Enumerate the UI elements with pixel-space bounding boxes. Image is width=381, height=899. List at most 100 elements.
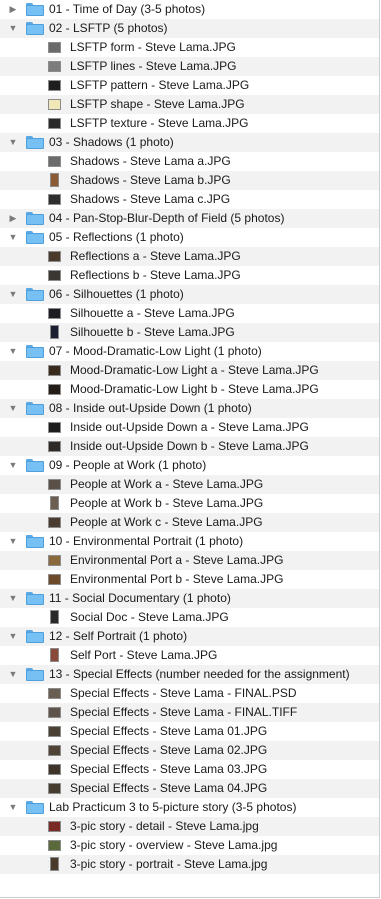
image-thumbnail-icon [48, 422, 61, 433]
folder-row[interactable]: ▼ 09 - People at Work (1 photo) [0, 456, 379, 475]
file-row[interactable]: Shadows - Steve Lama a.JPG [0, 152, 379, 171]
image-thumbnail-icon [48, 365, 61, 376]
disclosure-expanded-icon[interactable]: ▼ [8, 798, 18, 817]
disclosure-expanded-icon[interactable]: ▼ [8, 342, 18, 361]
file-row[interactable]: Environmental Port b - Steve Lama.JPG [0, 570, 379, 589]
file-row[interactable]: Reflections b - Steve Lama.JPG [0, 266, 379, 285]
file-row[interactable]: Inside out-Upside Down b - Steve Lama.JP… [0, 437, 379, 456]
folder-icon [26, 136, 44, 149]
image-thumbnail-icon [48, 61, 61, 72]
folder-icon [26, 345, 44, 358]
image-thumbnail-icon [48, 517, 61, 528]
disclosure-collapsed-icon[interactable]: ▶ [8, 0, 18, 19]
image-thumbnail-icon [48, 270, 61, 281]
file-row[interactable]: 3-pic story - detail - Steve Lama.jpg [0, 817, 379, 836]
file-row[interactable]: Special Effects - Steve Lama 01.JPG [0, 722, 379, 741]
folder-row[interactable]: ▶ 01 - Time of Day (3-5 photos) [0, 0, 379, 19]
folder-row[interactable]: ▼ Lab Practicum 3 to 5-picture story (3-5… [0, 798, 379, 817]
file-row[interactable]: Special Effects - Steve Lama - FINAL.PSD [0, 684, 379, 703]
folder-icon [26, 3, 44, 16]
folder-row[interactable]: ▼ 07 - Mood-Dramatic-Low Light (1 photo) [0, 342, 379, 361]
file-row[interactable]: Mood-Dramatic-Low Light a - Steve Lama.J… [0, 361, 379, 380]
folder-icon [26, 288, 44, 301]
file-row[interactable]: Silhouette b - Steve Lama.JPG [0, 323, 379, 342]
disclosure-expanded-icon[interactable]: ▼ [8, 399, 18, 418]
file-name: Special Effects - Steve Lama - FINAL.PSD [70, 686, 297, 700]
disclosure-collapsed-icon[interactable]: ▶ [8, 209, 18, 228]
folder-icon [26, 668, 44, 681]
disclosure-expanded-icon[interactable]: ▼ [8, 532, 18, 551]
file-row[interactable]: People at Work c - Steve Lama.JPG [0, 513, 379, 532]
folder-icon [26, 592, 44, 605]
disclosure-expanded-icon[interactable]: ▼ [8, 665, 18, 684]
file-name: Special Effects - Steve Lama 04.JPG [70, 781, 268, 795]
file-row[interactable]: LSFTP texture - Steve Lama.JPG [0, 114, 379, 133]
folder-row[interactable]: ▼ 03 - Shadows (1 photo) [0, 133, 379, 152]
file-name: LSFTP texture - Steve Lama.JPG [70, 116, 249, 130]
folder-row[interactable]: ▼ 12 - Self Portrait (1 photo) [0, 627, 379, 646]
image-thumbnail-icon [48, 764, 61, 775]
file-row[interactable]: Special Effects - Steve Lama 03.JPG [0, 760, 379, 779]
file-name: LSFTP pattern - Steve Lama.JPG [70, 78, 250, 92]
file-list[interactable]: ▶ 01 - Time of Day (3-5 photos) ▼ 02 - LSFT… [0, 0, 380, 898]
image-thumbnail-icon [48, 118, 61, 129]
file-row[interactable]: Silhouette a - Steve Lama.JPG [0, 304, 379, 323]
file-row[interactable]: Special Effects - Steve Lama 02.JPG [0, 741, 379, 760]
disclosure-expanded-icon[interactable]: ▼ [8, 228, 18, 247]
folder-row[interactable]: ▼ 10 - Environmental Portrait (1 photo) [0, 532, 379, 551]
folder-name: 09 - People at Work (1 photo) [49, 458, 207, 472]
file-name: Mood-Dramatic-Low Light b - Steve Lama.J… [70, 382, 319, 396]
folder-name: 10 - Environmental Portrait (1 photo) [49, 534, 244, 548]
file-row[interactable]: Inside out-Upside Down a - Steve Lama.JP… [0, 418, 379, 437]
image-thumbnail-icon [48, 384, 61, 395]
folder-icon [26, 402, 44, 415]
image-thumbnail-icon [48, 707, 61, 718]
folder-name: 07 - Mood-Dramatic-Low Light (1 photo) [49, 344, 262, 358]
file-row[interactable]: Environmental Port a - Steve Lama.JPG [0, 551, 379, 570]
file-row[interactable]: Self Port - Steve Lama.JPG [0, 646, 379, 665]
folder-row[interactable]: ▼ 06 - Silhouettes (1 photo) [0, 285, 379, 304]
file-name: People at Work c - Steve Lama.JPG [70, 515, 263, 529]
file-row[interactable]: LSFTP lines - Steve Lama.JPG [0, 57, 379, 76]
file-row[interactable]: People at Work a - Steve Lama.JPG [0, 475, 379, 494]
disclosure-expanded-icon[interactable]: ▼ [8, 19, 18, 38]
file-row[interactable]: Reflections a - Steve Lama.JPG [0, 247, 379, 266]
file-row[interactable]: Special Effects - Steve Lama 04.JPG [0, 779, 379, 798]
image-thumbnail-icon [48, 80, 61, 91]
file-name: Social Doc - Steve Lama.JPG [70, 610, 229, 624]
folder-name: 02 - LSFTP (5 photos) [49, 21, 168, 35]
file-row[interactable]: LSFTP form - Steve Lama.JPG [0, 38, 379, 57]
file-row[interactable]: 3-pic story - portrait - Steve Lama.jpg [0, 855, 379, 874]
folder-row[interactable]: ▼ 13 - Special Effects (number needed for… [0, 665, 379, 684]
file-row[interactable]: People at Work b - Steve Lama.JPG [0, 494, 379, 513]
file-name: Mood-Dramatic-Low Light a - Steve Lama.J… [70, 363, 319, 377]
folder-icon [26, 801, 44, 814]
image-thumbnail-icon [48, 156, 61, 167]
disclosure-expanded-icon[interactable]: ▼ [8, 589, 18, 608]
folder-row[interactable]: ▼ 05 - Reflections (1 photo) [0, 228, 379, 247]
file-row[interactable]: Mood-Dramatic-Low Light b - Steve Lama.J… [0, 380, 379, 399]
folder-name: 13 - Special Effects (number needed for … [49, 667, 350, 681]
folder-name: 03 - Shadows (1 photo) [49, 135, 174, 149]
file-row[interactable]: LSFTP pattern - Steve Lama.JPG [0, 76, 379, 95]
file-name: Special Effects - Steve Lama - FINAL.TIF… [70, 705, 298, 719]
image-thumbnail-icon [48, 840, 61, 851]
folder-row[interactable]: ▼ 08 - Inside out-Upside Down (1 photo) [0, 399, 379, 418]
file-row[interactable]: LSFTP shape - Steve Lama.JPG [0, 95, 379, 114]
disclosure-expanded-icon[interactable]: ▼ [8, 285, 18, 304]
image-thumbnail-icon [48, 251, 61, 262]
file-name: Shadows - Steve Lama a.JPG [70, 154, 231, 168]
folder-row[interactable]: ▶ 04 - Pan-Stop-Blur-Depth of Field (5 ph… [0, 209, 379, 228]
file-row[interactable]: 3-pic story - overview - Steve Lama.jpg [0, 836, 379, 855]
file-row[interactable]: Shadows - Steve Lama b.JPG [0, 171, 379, 190]
folder-row[interactable]: ▼ 11 - Social Documentary (1 photo) [0, 589, 379, 608]
disclosure-expanded-icon[interactable]: ▼ [8, 133, 18, 152]
image-thumbnail-icon [48, 574, 61, 585]
file-row[interactable]: Social Doc - Steve Lama.JPG [0, 608, 379, 627]
file-row[interactable]: Special Effects - Steve Lama - FINAL.TIF… [0, 703, 379, 722]
file-row[interactable]: Shadows - Steve Lama c.JPG [0, 190, 379, 209]
folder-row[interactable]: ▼ 02 - LSFTP (5 photos) [0, 19, 379, 38]
image-thumbnail-icon [48, 308, 61, 319]
disclosure-expanded-icon[interactable]: ▼ [8, 456, 18, 475]
disclosure-expanded-icon[interactable]: ▼ [8, 627, 18, 646]
